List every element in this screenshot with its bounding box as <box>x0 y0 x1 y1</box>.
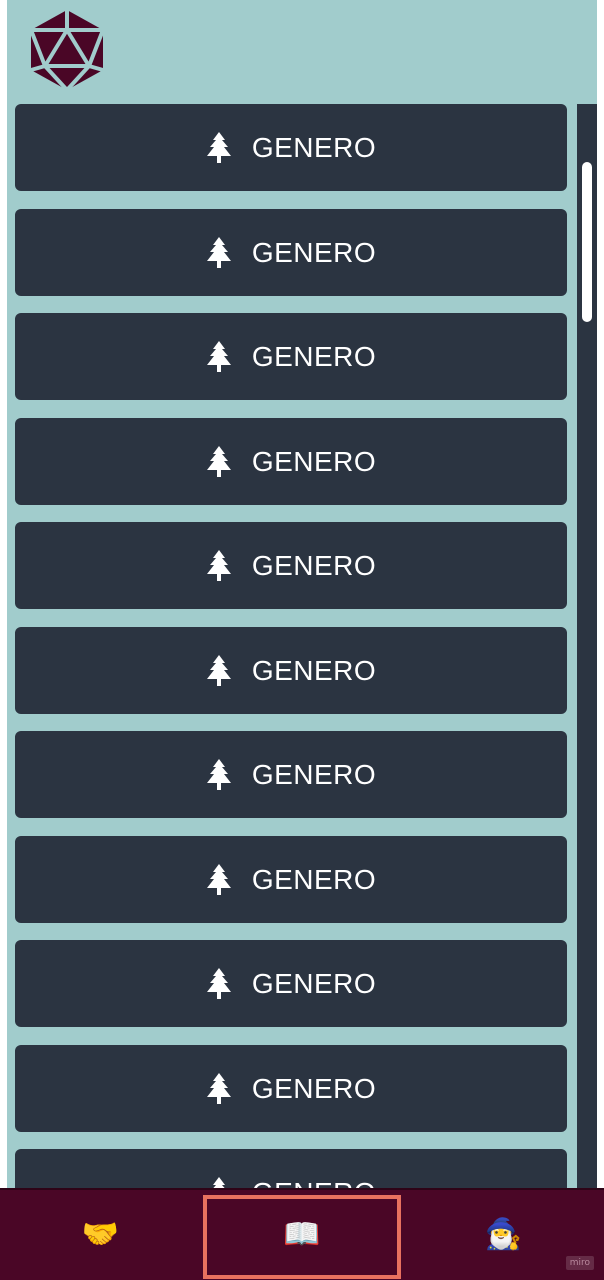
miro-watermark: miro <box>565 1256 594 1270</box>
genre-button[interactable]: GENERO <box>15 940 567 1027</box>
genre-label: GENERO <box>251 654 377 686</box>
genre-label: GENERO <box>251 758 377 790</box>
nav-book-button[interactable]: 📖 <box>201 1190 403 1280</box>
genre-button[interactable]: GENERO <box>15 104 567 191</box>
tree-icon <box>206 863 231 895</box>
tree-icon <box>206 549 231 581</box>
scrollbar-thumb[interactable] <box>582 162 592 322</box>
tree-icon <box>206 654 231 686</box>
wizard-icon: 🧙‍♂️ <box>484 1218 523 1251</box>
open-book-icon: 📖 <box>283 1218 321 1251</box>
genre-button[interactable]: GENERO <box>15 731 567 818</box>
genre-button[interactable]: GENERO <box>15 1045 567 1132</box>
genre-button[interactable]: GENERO <box>15 836 567 923</box>
app-screen: GENERO GENERO GENERO GENERO GENERO GENERO GENE… <box>7 0 597 1280</box>
tree-icon <box>206 445 231 477</box>
genre-button[interactable]: GENERO <box>15 522 567 609</box>
genre-list[interactable]: GENERO GENERO GENERO GENERO GENERO GENERO GENE… <box>7 104 597 1188</box>
genre-button[interactable]: GENERO <box>15 627 567 714</box>
tree-icon <box>206 758 231 790</box>
d20-dice-icon <box>29 10 105 92</box>
scrollbar-track[interactable] <box>577 104 597 1188</box>
genre-label: GENERO <box>251 549 377 581</box>
genre-label: GENERO <box>251 236 377 268</box>
tree-icon <box>206 236 231 268</box>
tree-icon <box>206 967 231 999</box>
tree-icon <box>206 1072 231 1104</box>
genre-button[interactable]: GENERO <box>15 209 567 296</box>
handshake-icon: 🤝 <box>81 1218 120 1251</box>
bottom-navigation: 🤝 📖 🧙‍♂️ miro <box>0 1188 604 1280</box>
tree-icon <box>206 340 231 372</box>
genre-label: GENERO <box>251 967 377 999</box>
genre-button[interactable]: GENERO <box>15 313 567 400</box>
genre-button[interactable]: GENERO <box>15 418 567 505</box>
genre-label: GENERO <box>251 340 377 372</box>
genre-label: GENERO <box>251 1072 377 1104</box>
tree-icon <box>212 1176 225 1188</box>
tree-icon <box>206 131 231 163</box>
genre-button[interactable]: GENERO <box>15 1149 567 1188</box>
genre-label: GENERO <box>252 1177 376 1189</box>
nav-handshake-button[interactable]: 🤝 <box>0 1190 201 1280</box>
genre-label: GENERO <box>251 445 377 477</box>
genre-label: GENERO <box>251 131 377 163</box>
genre-label: GENERO <box>251 863 377 895</box>
